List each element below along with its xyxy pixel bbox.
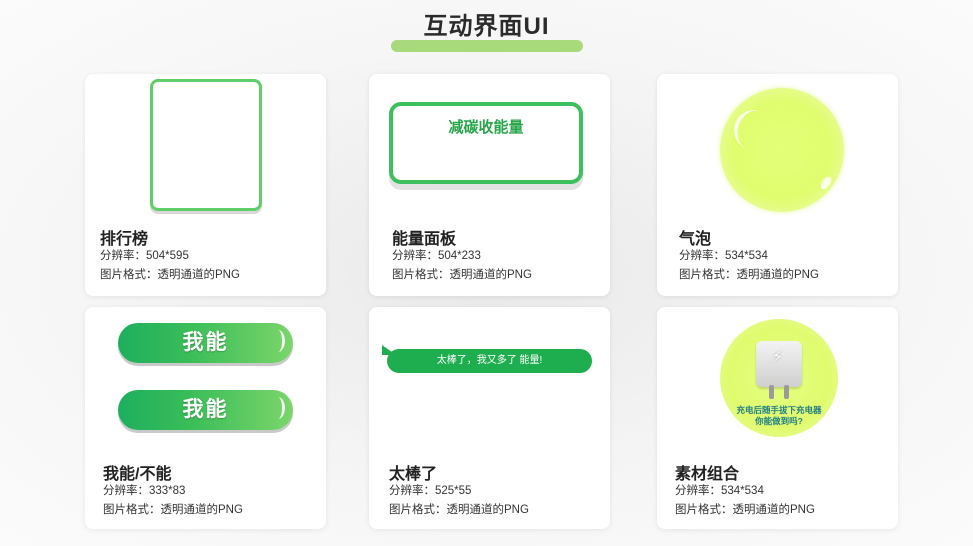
ranking-frame-preview <box>150 79 262 211</box>
card-title: 素材组合 <box>675 466 740 483</box>
asset-card-bubble[interactable]: 气泡 分辨率：534*534 图片格式：透明通道的PNG <box>657 74 898 296</box>
resolution-label: 分辨率： <box>389 485 435 497</box>
energy-panel-text: 减碳收能量 <box>448 119 524 136</box>
i-can-button-preview: 我能 <box>118 390 293 430</box>
format-value: 透明通道的PNG <box>736 269 819 281</box>
card-resolution: 分辨率：504*233 <box>392 247 481 266</box>
button-label: 我能 <box>182 331 229 354</box>
card-format: 图片格式：透明通道的PNG <box>675 501 815 520</box>
card-format: 图片格式：透明通道的PNG <box>103 501 243 520</box>
card-title: 我能/不能 <box>103 466 172 483</box>
card-format: 图片格式：透明通道的PNG <box>389 501 529 520</box>
format-value: 透明通道的PNG <box>732 504 815 516</box>
resolution-label: 分辨率： <box>679 250 725 262</box>
asset-card-combination[interactable]: ⚡ 充电后随手拔下充电器 你能做到吗? 素材组合 分辨率：534*534 图片格… <box>657 307 898 529</box>
card-resolution: 分辨率：525*55 <box>389 482 471 501</box>
plug-pin <box>784 385 789 399</box>
resolution-value: 504*233 <box>438 250 481 262</box>
card-resolution: 分辨率：333*83 <box>103 482 185 501</box>
format-label: 图片格式： <box>675 504 733 516</box>
resolution-label: 分辨率： <box>675 485 721 497</box>
combo-text-line2: 你能做到吗? <box>755 416 803 426</box>
format-label: 图片格式： <box>389 504 447 516</box>
lightning-icon: ⚡ <box>772 349 784 366</box>
asset-card-can-cannot[interactable]: 我能 我能 我能/不能 分辨率：333*83 图片格式：透明通道的PNG <box>85 307 326 529</box>
bubble-preview <box>720 88 844 212</box>
title-underline <box>391 40 583 52</box>
plug-pin <box>769 385 774 399</box>
card-format: 图片格式：透明通道的PNG <box>679 266 819 285</box>
format-value: 透明通道的PNG <box>157 269 240 281</box>
resolution-label: 分辨率： <box>392 250 438 262</box>
card-title: 气泡 <box>679 231 712 248</box>
card-format: 图片格式：透明通道的PNG <box>392 266 532 285</box>
format-value: 透明通道的PNG <box>449 269 532 281</box>
resolution-value: 534*534 <box>721 485 764 497</box>
format-value: 透明通道的PNG <box>160 504 243 516</box>
plug-icon: ⚡ <box>756 341 802 387</box>
bubble-highlight <box>818 174 834 192</box>
button-shine <box>271 330 285 352</box>
card-title: 能量面板 <box>392 231 457 248</box>
asset-card-energy-panel[interactable]: 减碳收能量 能量面板 分辨率：504*233 图片格式：透明通道的PNG <box>369 74 610 296</box>
asset-card-great[interactable]: 太棒了，我又多了 能量! 太棒了 分辨率：525*55 图片格式：透明通道的PN… <box>369 307 610 529</box>
combo-bubble-preview: ⚡ 充电后随手拔下充电器 你能做到吗? <box>720 319 838 437</box>
energy-panel-preview: 减碳收能量 <box>389 102 583 184</box>
format-label: 图片格式： <box>392 269 450 281</box>
resolution-value: 534*534 <box>725 250 768 262</box>
card-resolution: 分辨率：534*534 <box>675 482 764 501</box>
button-shine <box>271 397 285 419</box>
format-label: 图片格式： <box>679 269 737 281</box>
card-resolution: 分辨率：504*595 <box>100 247 189 266</box>
speech-bar-preview: 太棒了，我又多了 能量! <box>387 349 592 373</box>
i-can-button-preview: 我能 <box>118 323 293 363</box>
format-label: 图片格式： <box>100 269 158 281</box>
page: 互动界面UI 排行榜 分辨率：504*595 图片格式：透明通道的PNG 减碳收… <box>0 0 973 546</box>
page-title: 互动界面UI <box>423 13 550 40</box>
button-label: 我能 <box>182 398 229 421</box>
card-title: 太棒了 <box>389 466 438 483</box>
resolution-label: 分辨率： <box>103 485 149 497</box>
format-label: 图片格式： <box>103 504 161 516</box>
resolution-value: 504*595 <box>146 250 189 262</box>
resolution-label: 分辨率： <box>100 250 146 262</box>
asset-card-ranking[interactable]: 排行榜 分辨率：504*595 图片格式：透明通道的PNG <box>85 74 326 296</box>
resolution-value: 333*83 <box>149 485 186 497</box>
resolution-value: 525*55 <box>435 485 472 497</box>
card-format: 图片格式：透明通道的PNG <box>100 266 240 285</box>
card-title: 排行榜 <box>100 231 149 248</box>
format-value: 透明通道的PNG <box>446 504 529 516</box>
bubble-shine <box>728 104 780 156</box>
combo-text-line1: 充电后随手拔下充电器 <box>736 405 822 415</box>
card-resolution: 分辨率：534*534 <box>679 247 768 266</box>
